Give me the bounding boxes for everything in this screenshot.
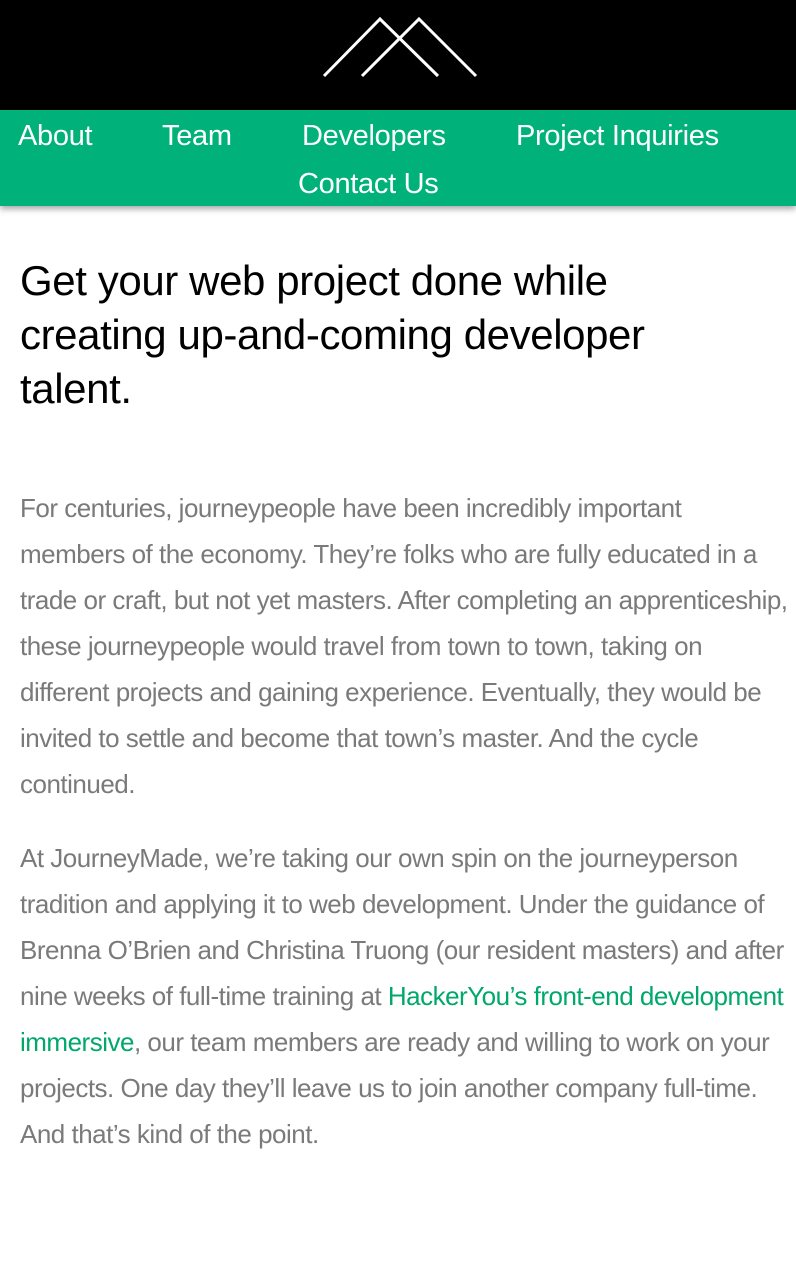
mountain-peaks-logo-icon[interactable]: [322, 16, 478, 80]
nav-item-developers[interactable]: Developers: [302, 119, 446, 153]
about-paragraph: At JourneyMade, we’re taking our own spi…: [20, 835, 790, 1157]
page-headline: Get your web project done while creating…: [20, 257, 645, 412]
main-nav: About Team Developers Project Inquiries …: [0, 110, 796, 206]
nav-item-contact-us[interactable]: Contact Us: [298, 167, 439, 201]
site-header: [0, 0, 796, 110]
intro-paragraph: For centuries, journeypeople have been i…: [20, 493, 788, 799]
nav-item-about[interactable]: About: [18, 119, 93, 153]
nav-item-project-inquiries[interactable]: Project Inquiries: [516, 119, 719, 153]
nav-item-team[interactable]: Team: [162, 119, 232, 153]
